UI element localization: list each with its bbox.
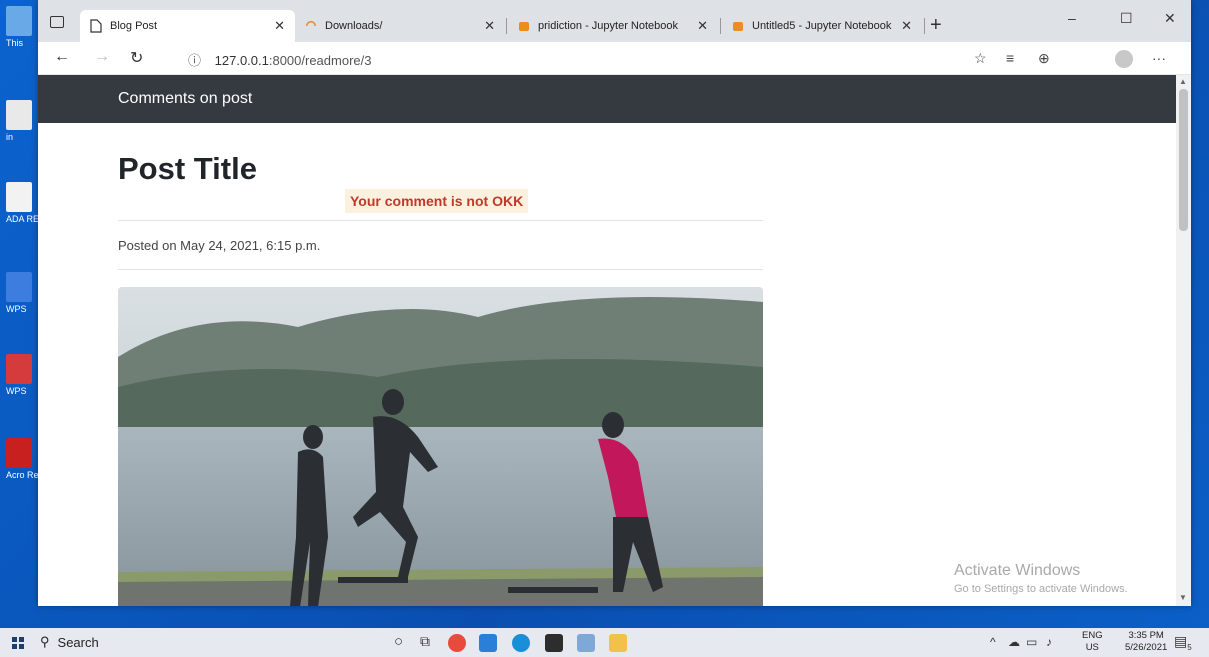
file-explorer-icon[interactable] (609, 634, 627, 652)
tab-actions-icon[interactable] (50, 16, 64, 28)
address-host: 127.0.0.1 (214, 53, 269, 68)
taskbar: ⚲ Search ○ ⧉ ^ ☁ ▭ ♪ ENG US 3:35 PM 5/26… (0, 628, 1209, 657)
taskbar-search[interactable]: ⚲ Search (40, 634, 99, 650)
navbar: Comments on post (38, 75, 1176, 123)
desktop-icon-label: This (6, 38, 24, 48)
desktop-icon-label: ADA RESU (6, 214, 40, 224)
clock-date: 5/26/2021 (1125, 642, 1168, 653)
divider (118, 269, 763, 270)
scroll-up-icon[interactable]: ▲ (1179, 77, 1187, 86)
vscode-icon[interactable] (479, 634, 497, 652)
task-view-icon[interactable]: ⧉ (420, 633, 430, 650)
desktop-icon-label: WPS (6, 386, 27, 396)
post-image (118, 287, 763, 606)
close-icon[interactable]: ✕ (274, 18, 285, 34)
wps-pdf-icon (6, 354, 32, 384)
desktop-icon-acrobat[interactable]: Acro Read (6, 438, 40, 480)
language-code: ENG (1082, 630, 1103, 641)
maximize-button[interactable]: ☐ (1120, 10, 1133, 27)
acrobat-icon (6, 438, 32, 468)
tab-untitled5-notebook[interactable]: Untitled5 - Jupyter Notebook ✕ (722, 10, 922, 42)
document-icon (6, 100, 32, 130)
close-icon[interactable]: ✕ (901, 18, 912, 34)
language-indicator[interactable]: ENG US (1082, 630, 1103, 654)
tab-title: Blog Post (110, 20, 158, 32)
search-label: Search (57, 634, 99, 650)
scroll-down-icon[interactable]: ▼ (1179, 593, 1187, 602)
post-content: Post Title Your comment is not OKK Poste… (118, 123, 763, 606)
watermark-subtitle: Go to Settings to activate Windows. (954, 583, 1128, 595)
jupyter-icon (733, 22, 743, 31)
tab-separator (924, 18, 925, 34)
jupyter-icon (519, 22, 529, 31)
document-icon (6, 182, 32, 212)
tab-title: Downloads/ (325, 20, 383, 32)
collections-icon[interactable]: ⊕ (1038, 50, 1050, 67)
profile-avatar[interactable] (1115, 50, 1133, 68)
terminal-icon[interactable] (545, 634, 563, 652)
back-icon[interactable]: ← (54, 48, 70, 66)
refresh-icon[interactable]: ↻ (130, 48, 143, 68)
tab-blog-post[interactable]: Blog Post ✕ (80, 10, 295, 42)
favorites-icon[interactable]: ≡ (1006, 50, 1014, 66)
info-icon[interactable]: ⓘ (188, 53, 201, 68)
desktop-icon-this-pc[interactable]: This (6, 6, 36, 48)
network-icon[interactable]: ▭ (1026, 635, 1037, 649)
chevron-up-icon[interactable]: ^ (990, 635, 996, 649)
add-favorite-icon[interactable]: ☆ (974, 50, 987, 67)
onedrive-icon[interactable]: ☁ (1008, 635, 1020, 649)
post-title: Post Title (118, 151, 257, 186)
wps-writer-icon (6, 272, 32, 302)
volume-icon[interactable]: ♪ (1046, 635, 1052, 649)
desktop-icon-label: Acro Read (6, 470, 40, 480)
taskbar-clock[interactable]: 3:35 PM 5/26/2021 (1125, 630, 1167, 654)
tab-title: Untitled5 - Jupyter Notebook (752, 20, 892, 32)
vertical-scrollbar[interactable]: ▲ ▼ (1176, 75, 1191, 606)
page-icon (90, 19, 102, 33)
watermark-title: Activate Windows (954, 562, 1081, 579)
tab-title: pridiction - Jupyter Notebook (538, 20, 679, 32)
web-page: Comments on post Post Title Your comment… (38, 75, 1176, 606)
tab-bar: Blog Post ✕ Downloads/ ✕ pridiction - Ju… (38, 0, 1191, 42)
address-path: :8000/readmore/3 (268, 53, 372, 68)
close-icon[interactable]: ✕ (484, 18, 495, 34)
address-bar[interactable]: ⓘ 127.0.0.1:8000/readmore/3 (188, 50, 371, 69)
minimize-button[interactable]: – (1068, 10, 1076, 26)
navbar-title[interactable]: Comments on post (118, 90, 252, 108)
desktop-icon-wps-writer[interactable]: WPS (6, 272, 36, 314)
cortana-icon[interactable]: ○ (394, 633, 403, 650)
close-icon[interactable]: ✕ (697, 18, 708, 34)
tab-separator (506, 18, 507, 34)
new-tab-button[interactable]: + (930, 14, 942, 37)
notification-count: 5 (1187, 642, 1192, 652)
desktop-icon-label: in (6, 132, 14, 142)
browser-toolbar: ← → ↻ ⓘ 127.0.0.1:8000/readmore/3 ☆ ≡ ⊕ … (38, 42, 1191, 75)
chrome-icon[interactable] (448, 634, 466, 652)
more-options-icon[interactable]: ··· (1152, 50, 1166, 66)
desktop-icon-resume[interactable]: ADA RESU (6, 182, 40, 224)
desktop-icon-wps-pdf[interactable]: WPS (6, 354, 36, 396)
region-code: US (1085, 642, 1099, 653)
clock-time: 3:35 PM (1128, 630, 1164, 641)
desktop-icon-file[interactable]: in (6, 100, 36, 142)
posted-date: Posted on May 24, 2021, 6:15 p.m. (118, 238, 321, 253)
forward-icon[interactable]: → (94, 48, 110, 66)
desktop-icon-label: WPS (6, 304, 27, 314)
tab-pridiction-notebook[interactable]: pridiction - Jupyter Notebook ✕ (508, 10, 718, 42)
computer-icon (6, 6, 32, 36)
edge-icon[interactable] (512, 634, 530, 652)
windows-start-icon[interactable] (12, 637, 24, 649)
loading-icon (306, 21, 316, 27)
divider (118, 220, 763, 221)
comment-alert: Your comment is not OKK (345, 189, 529, 213)
tab-separator (720, 18, 721, 34)
close-window-button[interactable]: ✕ (1164, 10, 1176, 27)
scrollbar-thumb[interactable] (1179, 89, 1188, 231)
app-icon[interactable] (577, 634, 595, 652)
notification-icon[interactable]: ▤5 (1174, 633, 1192, 652)
browser-window: Blog Post ✕ Downloads/ ✕ pridiction - Ju… (38, 0, 1191, 606)
activate-windows-watermark: Activate Windows Go to Settings to activ… (954, 562, 1128, 595)
search-icon: ⚲ (40, 634, 50, 649)
tab-downloads[interactable]: Downloads/ ✕ (295, 10, 505, 42)
